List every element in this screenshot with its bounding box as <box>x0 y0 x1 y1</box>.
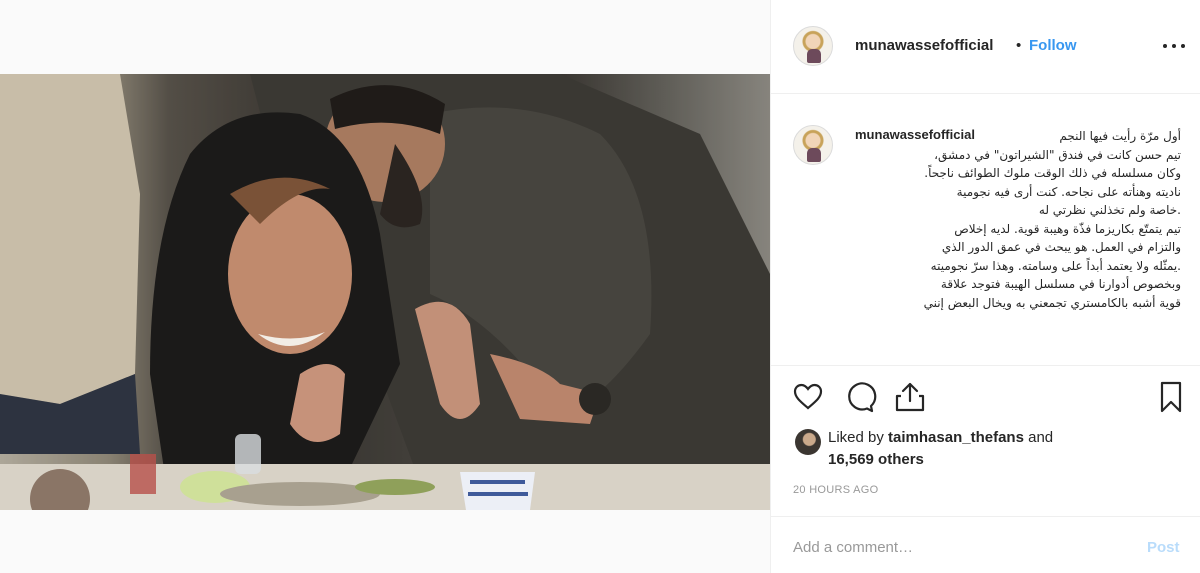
bookmark-icon[interactable] <box>1154 380 1188 414</box>
comment-box: Add a comment… Post <box>771 516 1200 573</box>
author-avatar[interactable] <box>793 26 833 66</box>
share-icon[interactable] <box>893 380 927 414</box>
header-separator: • <box>1016 37 1022 54</box>
post-header: munawassefofficial • Follow <box>771 0 1200 94</box>
comment-input[interactable]: Add a comment… <box>793 539 913 556</box>
likes-prefix: Liked by <box>828 429 884 446</box>
heart-icon[interactable] <box>791 380 825 414</box>
liker-username[interactable]: taimhasan_thefans <box>888 429 1024 446</box>
post-timestamp[interactable]: 20 HOURS AGO <box>793 484 879 496</box>
caption-text: أول مرّة رأيت فيها النجم تيم حسن كانت في… <box>923 129 1181 310</box>
comment-bubble-icon[interactable] <box>843 380 877 414</box>
author-username[interactable]: munawassefofficial <box>855 37 993 54</box>
follow-button[interactable]: Follow <box>1029 37 1077 54</box>
caption-section: أول مرّة رأيت فيها النجم تيم حسن كانت في… <box>771 95 1200 363</box>
caption-username[interactable]: munawassefofficial <box>855 127 975 142</box>
actions-section: Liked by taimhasan_thefans and 16,569 ot… <box>771 365 1200 515</box>
post-side-panel: munawassefofficial • Follow أول مرّة رأي… <box>771 0 1200 573</box>
likes-others-count[interactable]: 16,569 others <box>828 451 924 468</box>
media-pane <box>0 0 770 573</box>
post-photo[interactable] <box>0 74 770 510</box>
post-comment-button[interactable]: Post <box>1147 539 1180 556</box>
post-photo-artwork <box>0 74 770 510</box>
likes-conjunction: and <box>1028 429 1054 446</box>
liker-avatar[interactable] <box>795 429 821 455</box>
likes-line-1: Liked by taimhasan_thefans and <box>828 429 1053 446</box>
more-options-icon[interactable] <box>1161 36 1187 56</box>
